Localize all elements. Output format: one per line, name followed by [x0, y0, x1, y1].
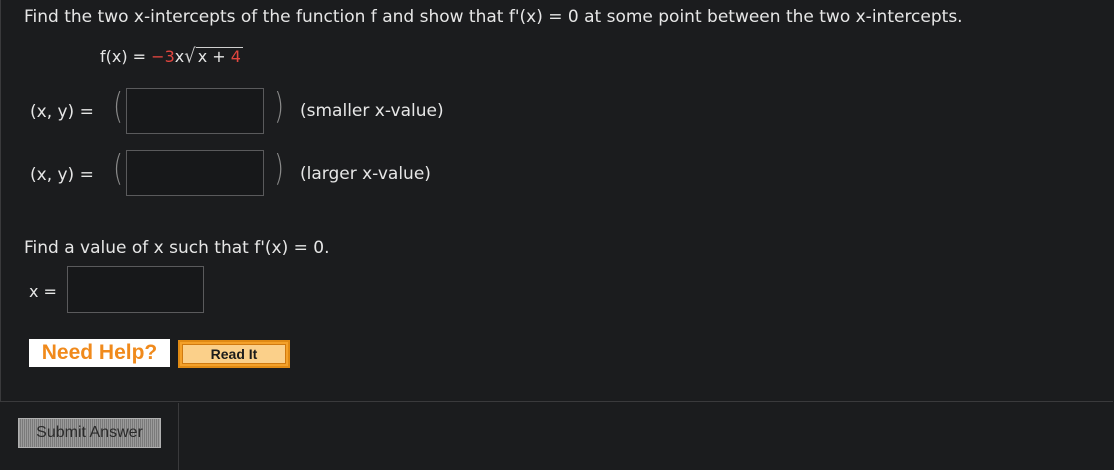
- radicand: x + 4: [195, 47, 243, 66]
- x-value-input[interactable]: [67, 266, 204, 313]
- square-root: √ x + 4: [184, 44, 243, 69]
- derivative-prompt: Find a value of x such that f'(x) = 0.: [24, 238, 330, 258]
- intercept-2-note: (larger x-value): [300, 164, 431, 184]
- right-paren-icon: ): [274, 86, 284, 127]
- submit-divider: [178, 403, 179, 470]
- read-it-label: Read It: [182, 344, 286, 364]
- submit-answer-button[interactable]: Submit Answer: [18, 418, 161, 448]
- intercept-1-label: (x, y) =: [30, 102, 94, 122]
- function-x: x: [174, 47, 185, 66]
- intercept-2-input[interactable]: [126, 150, 264, 196]
- read-it-button[interactable]: Read It: [178, 340, 290, 368]
- function-lhs: f(x) =: [100, 47, 152, 66]
- radicand-variable: x +: [197, 47, 231, 66]
- intercept-1-note: (smaller x-value): [300, 101, 444, 121]
- question-prompt: Find the two x-intercepts of the functio…: [24, 7, 963, 27]
- function-definition: f(x) = −3x√ x + 4: [100, 44, 243, 69]
- need-help-label: Need Help?: [29, 339, 170, 367]
- intercept-1-input[interactable]: [126, 88, 264, 134]
- left-paren-icon: (: [113, 86, 123, 127]
- right-paren-icon: ): [274, 148, 284, 189]
- left-paren-icon: (: [113, 148, 123, 189]
- x-label: x =: [29, 282, 57, 301]
- intercept-2-label: (x, y) =: [30, 165, 94, 185]
- radical-icon: √: [184, 44, 196, 69]
- function-coefficient: −3: [151, 47, 175, 66]
- radicand-constant: 4: [230, 47, 241, 66]
